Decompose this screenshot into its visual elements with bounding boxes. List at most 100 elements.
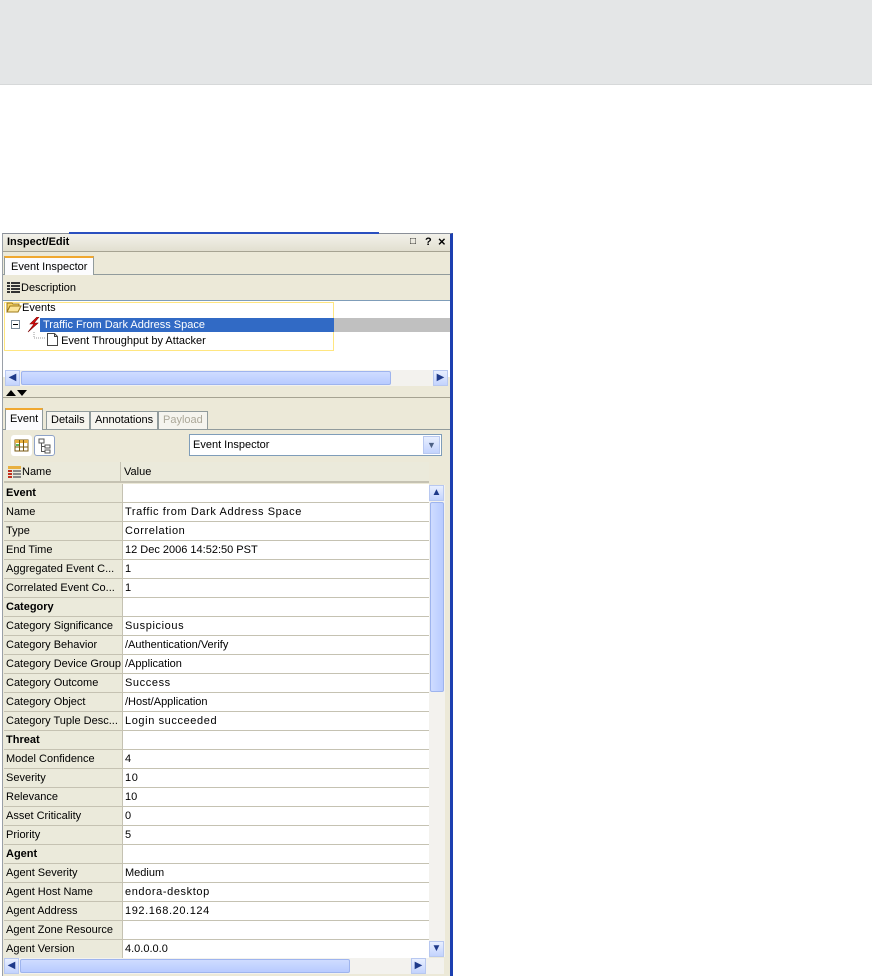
grid-row[interactable]: Relevance 10 [4,788,431,807]
grid-cell-value[interactable]: 1 [123,560,431,579]
grid-cell-value[interactable] [123,845,431,864]
grid-section-row[interactable]: Threat [4,731,431,750]
grid-row[interactable]: Category Outcome Success [4,674,431,693]
grid-row[interactable]: Correlated Event Co... 1 [4,579,431,598]
grid-cell-name: Name [4,503,123,522]
grid-cell-value[interactable]: Medium [123,864,431,883]
grid-row[interactable]: Agent Host Name endora-desktop [4,883,431,902]
grid-cell-value[interactable]: /Application [123,655,431,674]
tree-node-selected[interactable]: Traffic From Dark Address Space [40,318,334,332]
grid-scroll-thumb[interactable] [430,502,444,692]
tab-event[interactable]: Event [5,408,44,430]
grid-row[interactable]: Type Correlation [4,522,431,541]
collapse-icon[interactable] [11,320,21,330]
grid-cell-value[interactable]: 5 [123,826,431,845]
grid-cell-value[interactable]: 4.0.0.0.0 [123,940,431,959]
grid-cell-value[interactable]: 4 [123,750,431,769]
hierarchy-icon [38,438,51,454]
column-value-label[interactable]: Value [124,466,151,478]
grid-row[interactable]: Name Traffic from Dark Address Space [4,503,431,522]
grid-row[interactable]: Priority 5 [4,826,431,845]
grid-cell-name: Agent Address [4,902,123,921]
grid-cell-value[interactable]: Suspicious [123,617,431,636]
grid-cell-value[interactable]: Traffic from Dark Address Space [123,503,431,522]
grid-cell-name: End Time [4,541,123,560]
close-icon[interactable]: × [438,234,446,249]
chevron-down-icon[interactable]: ▼ [423,436,440,454]
grid-scroll-right-icon[interactable]: ▶ [411,958,426,974]
grid-row[interactable]: Aggregated Event C... 1 [4,560,431,579]
tree-node-child[interactable]: Event Throughput by Attacker [47,333,206,348]
tree-horizontal-scrollbar[interactable]: ◀ ▶ [5,370,448,386]
grid-cell-value[interactable] [123,484,431,503]
tree-node-events[interactable]: Events [6,301,56,316]
tree-scroll-thumb[interactable] [21,371,391,385]
grid-cell-value[interactable]: Correlation [123,522,431,541]
grid-scroll-left-icon[interactable]: ◀ [4,958,19,974]
scroll-down-icon[interactable]: ▼ [429,941,444,957]
grid-section-row[interactable]: Category [4,598,431,617]
tree-connector-icon [33,332,46,339]
grid-horizontal-scrollbar[interactable]: ◀ ▶ [4,958,444,974]
help-icon[interactable]: ? [425,236,432,248]
grid-cell-name: Threat [4,731,123,750]
grid-cell-value[interactable]: /Host/Application [123,693,431,712]
grid-row[interactable]: Category Device Group/Application [4,655,431,674]
scroll-up-icon[interactable]: ▲ [429,485,444,501]
grid-cell-value[interactable]: Success [123,674,431,693]
view-select[interactable]: Event Inspector ▼ [189,434,442,456]
splitter-arrows-icon[interactable] [6,389,28,397]
grid-cell-value[interactable]: 0 [123,807,431,826]
description-button[interactable]: Description [21,282,76,294]
scroll-left-icon[interactable]: ◀ [5,370,20,386]
grid-section-row[interactable]: Agent [4,845,431,864]
grid-hscroll-thumb[interactable] [20,959,350,973]
grid-cell-value[interactable]: /Authentication/Verify [123,636,431,655]
grid-cell-value[interactable]: 10 [123,769,431,788]
description-icon[interactable] [7,282,20,293]
grid-row[interactable]: Agent Version 4.0.0.0.0 [4,940,431,959]
table-view-button[interactable] [11,435,32,456]
grid-vertical-scrollbar[interactable]: ▲ ▼ [429,485,445,957]
grid-cell-name: Type [4,522,123,541]
grid-cell-name: Agent Version [4,940,123,959]
grid-row[interactable]: Agent Zone Resource [4,921,431,940]
grid-cell-name: Agent Zone Resource [4,921,123,940]
grid-row[interactable]: Asset Criticality 0 [4,807,431,826]
grid-row[interactable]: Category Significance Suspicious [4,617,431,636]
scroll-right-icon[interactable]: ▶ [433,370,448,386]
restore-icon[interactable]: □ [410,236,416,247]
grid-cell-value[interactable]: 1 [123,579,431,598]
tree-view-button[interactable] [34,435,55,456]
grid-row[interactable]: Agent Severity Medium [4,864,431,883]
grid-row[interactable]: End Time 12 Dec 2006 14:52:50 PST [4,541,431,560]
tab-details[interactable]: Details [46,411,90,429]
grid-row[interactable]: Severity 10 [4,769,431,788]
grid-cell-value[interactable]: endora-desktop [123,883,431,902]
grid-section-row[interactable]: Event [4,484,431,503]
event-tree: Events Traffic From Dark Address Space E… [3,300,450,377]
tab-event-inspector[interactable]: Event Inspector [4,256,95,275]
grid-cell-value[interactable] [123,598,431,617]
inspect-edit-panel: Inspect/Edit □ ? × Event Inspector Descr… [2,232,453,976]
grid-cell-name: Model Confidence [4,750,123,769]
grid-cell-value[interactable]: 192.168.20.124 [123,902,431,921]
grid-cell-value[interactable]: 10 [123,788,431,807]
column-sort-icon [8,466,21,478]
grid-row[interactable]: Category Behavior/Authentication/Verify [4,636,431,655]
grid-cell-name: Agent [4,845,123,864]
grid-cell-value[interactable]: 12 Dec 2006 14:52:50 PST [123,541,431,560]
grid-cell-value[interactable]: Login succeeded [123,712,431,731]
grid-row[interactable]: Category Tuple Desc... Login succeeded [4,712,431,731]
top-tabstrip: Event Inspector [3,254,450,275]
grid-cell-value[interactable] [123,921,431,940]
grid-row[interactable]: Agent Address 192.168.20.124 [4,902,431,921]
grid-cell-value[interactable] [123,731,431,750]
description-toolbar: Description [3,277,450,299]
grid-row[interactable]: Model Confidence 4 [4,750,431,769]
column-header-name[interactable]: Name [4,462,121,481]
grid-row[interactable]: Category Object/Host/Application [4,693,431,712]
tab-annotations[interactable]: Annotations [90,411,159,429]
grid-cell-name: Aggregated Event C... [4,560,123,579]
grid-cell-name: Category Object [4,693,123,712]
